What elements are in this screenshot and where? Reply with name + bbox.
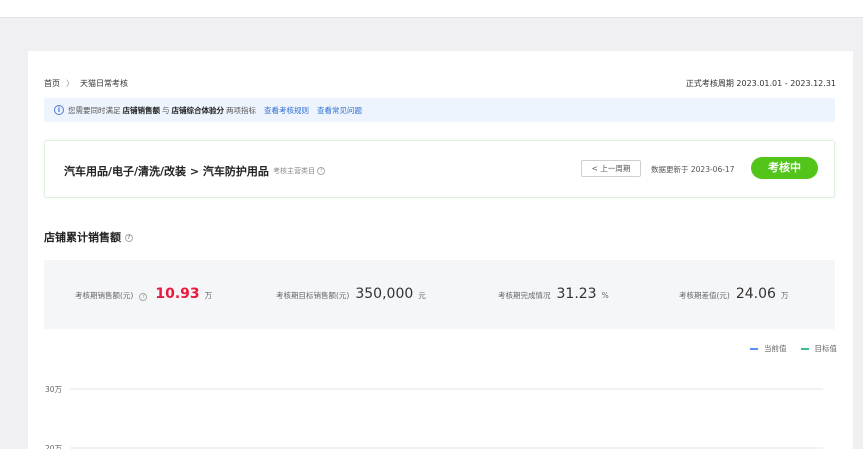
help-icon[interactable]: ? — [124, 234, 133, 242]
breadcrumb-separator: 〉 — [66, 79, 74, 88]
stat-period-sales: 考核期销售额(元) ? 10.93 万 — [75, 286, 212, 302]
legend-swatch — [750, 347, 758, 350]
y-tick-label: 20万 — [45, 444, 63, 449]
stat-label: 考核期差值(元) — [679, 291, 730, 300]
section-title-text: 店铺累计销售额 — [44, 231, 121, 244]
stat-target-sales: 考核期目标销售额(元) 350,000 元 — [276, 286, 426, 302]
rules-link[interactable]: 查看考核规则 — [264, 105, 309, 116]
stats-panel: 考核期销售额(元) ? 10.93 万 考核期目标销售额(元) 350,000 … — [44, 260, 835, 329]
sales-line-chart: 30万 20万 — [45, 358, 825, 449]
stat-value: 24.06 — [735, 286, 776, 302]
stat-completion: 考核期完成情况 31.23 % — [498, 286, 609, 302]
stat-label: 考核期完成情况 — [498, 291, 551, 300]
legend-swatch — [800, 347, 809, 350]
data-updated-text: 数据更新于 2023-06-17 — [651, 165, 735, 174]
notice-metric-sales: 店铺销售额 — [122, 105, 161, 115]
stat-value: 31.23 — [556, 286, 597, 302]
category-path: 汽车用品/电子/清洗/改装 > 汽车防护用品 — [64, 165, 269, 178]
section-title: 店铺累计销售额 ? — [44, 229, 133, 245]
breadcrumb-home[interactable]: 首页 — [44, 78, 60, 89]
stat-unit: 万 — [204, 291, 213, 300]
notice-prefix: 您需要同时满足 — [68, 105, 121, 115]
top-bar — [0, 0, 863, 18]
notice-conj: 与 — [162, 105, 170, 115]
notice-bar: i 您需要同时满足 店铺销售额 与 店铺综合体验分 两项指标 查看考核规则 查看… — [44, 98, 835, 122]
stat-unit: 万 — [780, 291, 789, 300]
help-icon[interactable]: ? — [139, 293, 148, 301]
notice-metric-experience: 店铺综合体验分 — [171, 105, 225, 115]
info-icon: i — [54, 105, 64, 115]
previous-period-button[interactable]: < 上一周期 — [581, 160, 641, 177]
stat-label: 考核期销售额(元) — [75, 291, 134, 300]
y-tick-label: 30万 — [45, 385, 63, 394]
main-card: 首页 〉 天猫日常考核 正式考核周期 2023.01.01 - 2023.12.… — [28, 51, 853, 449]
notice-suffix: 两项指标 — [226, 105, 256, 115]
main-category-tag-label: 考核主营类目 — [273, 167, 315, 175]
status-badge: 考核中 — [751, 157, 818, 179]
stat-unit: % — [601, 291, 609, 300]
breadcrumb: 首页 〉 天猫日常考核 — [44, 78, 128, 89]
stat-value: 350,000 — [355, 286, 414, 302]
stat-unit: 元 — [418, 291, 426, 300]
main-category-tag: 考核主营类目 ? — [273, 166, 326, 176]
category-panel: 汽车用品/电子/清洗/改装 > 汽车防护用品 考核主营类目 ? < 上一周期 数… — [44, 140, 835, 198]
help-icon[interactable]: ? — [317, 167, 326, 175]
faq-link[interactable]: 查看常见问题 — [317, 105, 362, 116]
stat-label: 考核期目标销售额(元) — [276, 291, 350, 300]
assessment-period: 正式考核周期 2023.01.01 - 2023.12.31 — [685, 79, 836, 88]
stat-value: 10.93 — [155, 286, 200, 302]
stat-difference: 考核期差值(元) 24.06 万 — [679, 286, 788, 302]
breadcrumb-current: 天猫日常考核 — [80, 79, 128, 88]
